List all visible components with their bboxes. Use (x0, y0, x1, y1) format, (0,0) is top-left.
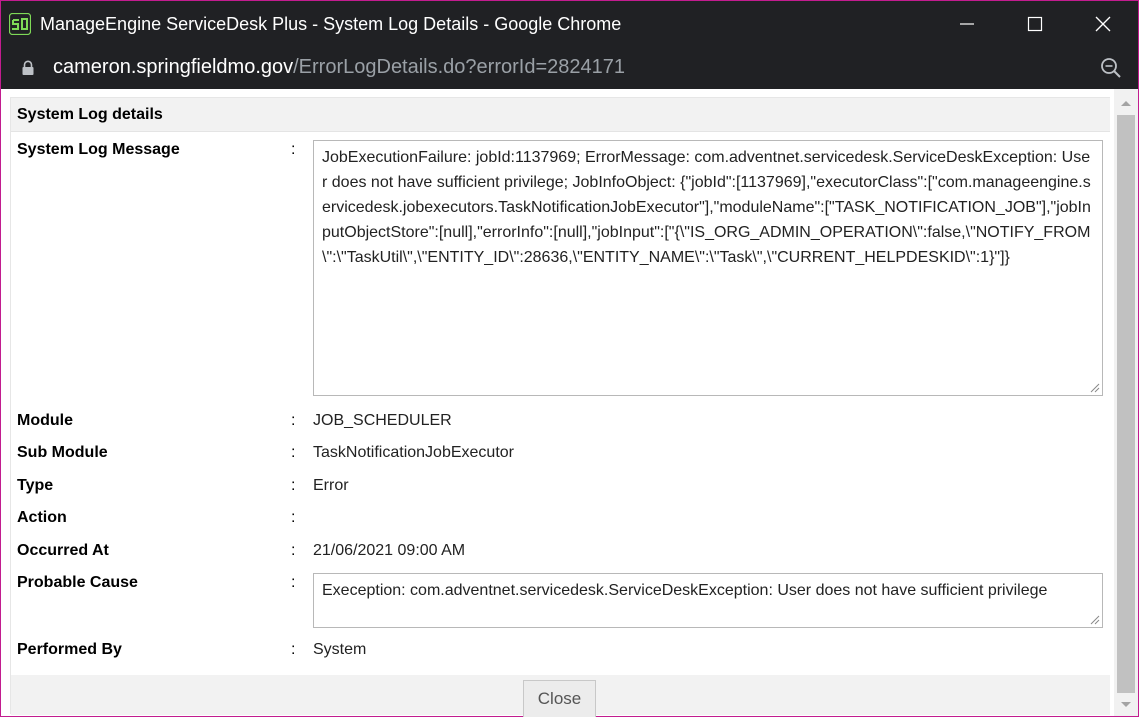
message-separator: : (291, 141, 296, 158)
performed-by-value: System (313, 641, 367, 658)
sub-module-label: Sub Module (17, 444, 108, 461)
action-label: Action (17, 509, 67, 526)
probable-cause-text: Exeception: com.adventnet.servicedesk.Se… (322, 582, 1048, 599)
probable-cause-label: Probable Cause (17, 574, 138, 591)
resize-grip-icon[interactable] (1089, 614, 1100, 625)
page-content: System Log details System Log Message : … (1, 89, 1138, 717)
performed-by-label: Performed By (17, 641, 122, 658)
window-title: ManageEngine ServiceDesk Plus - System L… (40, 14, 622, 34)
panel-title: System Log details (17, 106, 163, 123)
scroll-down-arrow-icon[interactable] (1114, 697, 1138, 713)
occurred-at-label: Occurred At (17, 542, 109, 559)
occurred-at-value: 21/06/2021 09:00 AM (313, 542, 466, 559)
resize-grip-icon[interactable] (1089, 382, 1100, 393)
maximize-button[interactable] (1001, 1, 1069, 47)
module-label: Module (17, 412, 73, 429)
url-host: cameron.springfieldmo.gov (53, 56, 294, 78)
url-text: cameron.springfieldmo.gov/ErrorLogDetail… (53, 56, 625, 79)
close-icon (1095, 16, 1111, 32)
occurred-at-separator: : (291, 542, 296, 559)
browser-window: ManageEngine ServiceDesk Plus - System L… (0, 0, 1139, 717)
close-window-button[interactable] (1069, 1, 1137, 47)
sub-module-value: TaskNotificationJobExecutor (313, 444, 514, 461)
panel-footer: Close (11, 675, 1110, 717)
maximize-icon (1027, 16, 1043, 32)
title-bar: ManageEngine ServiceDesk Plus - System L… (1, 1, 1138, 47)
close-button[interactable]: Close (523, 680, 596, 717)
url-path: /ErrorLogDetails.do?errorId=2824171 (293, 56, 625, 78)
message-textarea[interactable]: JobExecutionFailure: jobId:1137969; Erro… (313, 140, 1103, 396)
zoom-icon[interactable] (1100, 57, 1122, 79)
sub-module-separator: : (291, 444, 296, 461)
type-value: Error (313, 477, 349, 494)
log-details-panel: System Log details System Log Message : … (10, 97, 1110, 717)
probable-cause-separator: : (291, 574, 296, 591)
minimize-icon (960, 23, 974, 25)
type-separator: : (291, 477, 296, 494)
module-value: JOB_SCHEDULER (313, 412, 452, 429)
type-label: Type (17, 477, 54, 494)
module-separator: : (291, 412, 296, 429)
panel-header: System Log details (11, 98, 1110, 132)
lock-icon (22, 60, 34, 75)
address-bar[interactable]: cameron.springfieldmo.gov/ErrorLogDetail… (1, 47, 1138, 89)
action-separator: : (291, 509, 296, 526)
scrollbar-thumb[interactable] (1117, 115, 1135, 693)
probable-cause-textarea[interactable]: Exeception: com.adventnet.servicedesk.Se… (313, 573, 1103, 628)
minimize-button[interactable] (933, 1, 1001, 47)
vertical-scrollbar[interactable] (1114, 89, 1138, 716)
message-label: System Log Message (17, 141, 180, 158)
app-icon (9, 13, 31, 35)
scroll-up-arrow-icon[interactable] (1114, 95, 1138, 111)
performed-by-separator: : (291, 641, 296, 658)
message-text: JobExecutionFailure: jobId:1137969; Erro… (322, 149, 1091, 266)
